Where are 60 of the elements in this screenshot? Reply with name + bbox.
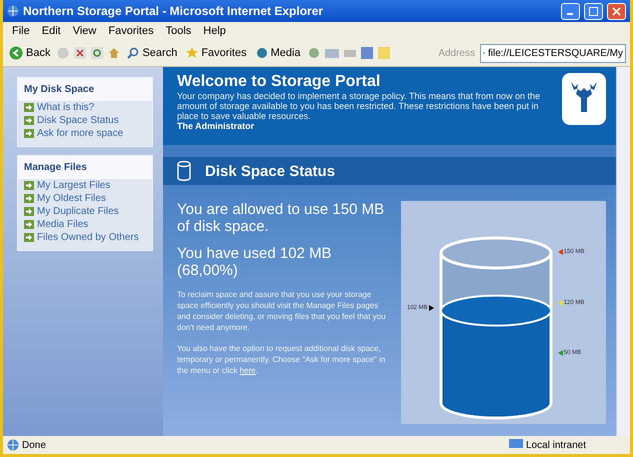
menu-item[interactable]: View [68,25,102,37]
sidebar-link[interactable]: My Duplicate Files [18,205,152,218]
menu-item[interactable]: File [7,25,35,37]
scrollbar[interactable] [616,67,630,436]
media-icon [256,47,268,59]
arrow-icon [24,129,34,138]
arrow-icon [24,116,34,125]
arrow-icon [24,207,34,216]
back-button[interactable]: Back [7,45,52,61]
panel-title: My Disk Space [18,78,152,101]
minimize-button[interactable] [561,2,580,20]
arrow-icon [24,233,34,242]
refresh-icon[interactable] [91,47,104,59]
arrow-icon [24,220,34,229]
sidebar-link[interactable]: Files Owned by Others [18,231,152,244]
signature: The Administrator [177,121,256,131]
section-title: Disk Space Status [205,162,336,180]
menu-item[interactable]: Tools [160,25,196,37]
favorites-button[interactable]: Favorites [184,46,249,60]
panel-title: Manage Files [18,156,152,179]
quota-text: You are allowed to use 150 MB of disk space. [177,201,386,235]
arrow-icon [24,103,34,112]
address-label: Address [438,48,475,58]
browser-icon [7,5,19,17]
arrow-icon [24,181,34,190]
sidebar-link[interactable]: My Oldest Files [18,192,152,205]
stop-icon[interactable] [74,47,86,59]
sidebar-link[interactable]: Media Files [18,218,152,231]
menu-item[interactable]: Edit [36,25,66,37]
home-icon[interactable] [108,47,120,59]
database-icon [177,161,191,181]
sidebar-link[interactable]: My Largest Files [18,179,152,192]
close-icon [612,6,621,16]
close-button[interactable] [607,2,626,20]
welcome-message: Your company has decided to implement a storage policy. This means that from now on the amount of storage available to you has been restricted. These restrictions have been put in place to save valuable resources. [177,91,542,121]
usage-text: You have used 102 MB (68,00%) [177,245,333,279]
media-button[interactable]: Media [254,46,303,60]
menu-item[interactable]: Help [198,25,231,37]
zone-text: Local intranet [526,440,586,450]
intranet-icon [508,439,523,451]
forward-icon[interactable] [57,47,70,59]
search-icon [127,47,140,59]
logo-icon [562,73,606,125]
sidebar-link[interactable]: What is this? [18,101,152,114]
sidebar-link[interactable]: Ask for more space [18,127,152,140]
page-heading: Welcome to Storage Portal [177,73,382,91]
address-field[interactable]: file://LEICESTERSQUARE/My [480,44,626,62]
pointer-icon [428,304,434,311]
menu-item[interactable]: Favorites [103,25,159,37]
sidebar-link[interactable]: Disk Space Status [18,114,152,127]
maximize-button[interactable] [584,2,603,20]
star-icon [186,47,198,59]
status-text: Done [22,440,46,450]
search-button[interactable]: Search [125,46,180,60]
note-icon[interactable] [378,47,390,59]
advice-text: To reclaim space and assure that you use your storage space efficiently you should visit the Manage Files pages and consider deleting, or moving files that you feel that you don't need anymore. [177,289,387,333]
maximize-icon [589,6,598,16]
arrow-icon [24,194,34,203]
request-text: You also have the option to request additional disk space, temporary or permanently. Choose "Ask for more space" in the menu or click here. [177,343,386,376]
window-title: Northern Storage Portal - Microsoft Internet Explorer [23,4,324,18]
